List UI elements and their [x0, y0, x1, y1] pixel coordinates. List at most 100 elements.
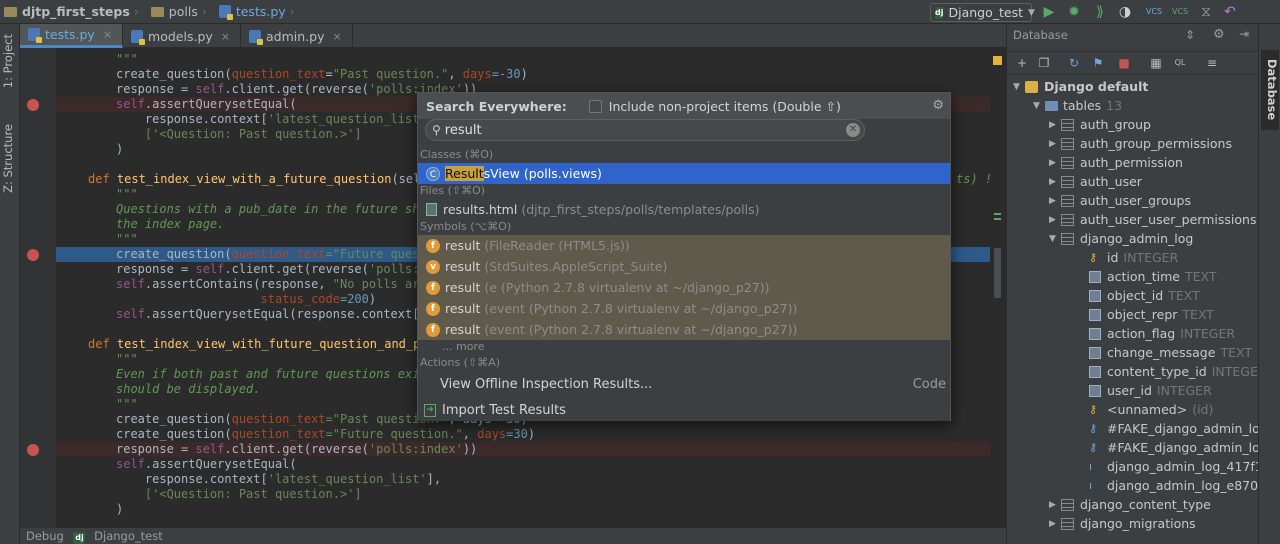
debug-tool-bar[interactable]: Debug dj Django_test [20, 528, 1006, 544]
result-name: results.html [443, 202, 518, 217]
expanded-arrow-icon[interactable]: ▼ [1049, 234, 1061, 244]
collapsed-arrow-icon[interactable]: ▶ [1049, 196, 1061, 206]
table-node[interactable]: ▶ auth_group_permissions [1049, 134, 1232, 153]
run-icon[interactable]: ▶ [1041, 4, 1057, 20]
profile-icon[interactable]: ◑ [1117, 4, 1133, 20]
code-line: create_question(question_text="Future qu… [116, 427, 536, 441]
close-icon[interactable]: × [333, 30, 342, 43]
column-node[interactable]: object_repr TEXT [1089, 305, 1214, 324]
change-marker[interactable] [994, 213, 1001, 215]
include-non-project-checkbox[interactable] [588, 99, 602, 113]
properties-icon[interactable]: ⚑ [1091, 56, 1105, 70]
hide-icon[interactable]: ⇥ [1239, 27, 1249, 41]
coverage-icon[interactable]: ⟫ [1092, 4, 1108, 20]
more-results-link[interactable]: ... more [442, 339, 484, 355]
table-node[interactable]: ▶ django_migrations [1049, 514, 1196, 533]
history-icon[interactable]: ⧖ [1198, 4, 1214, 20]
tables-folder-node[interactable]: ▼ tables 13 [1033, 96, 1122, 115]
console-icon[interactable]: QL [1173, 56, 1187, 70]
close-icon[interactable]: × [103, 28, 112, 41]
result-file[interactable]: results.html (djtp_first_steps/polls/tem… [418, 199, 950, 220]
copy-icon[interactable]: ❐ [1037, 56, 1051, 70]
structure-tool-tab[interactable]: Z: Structure [1, 124, 15, 193]
column-icon [1089, 384, 1101, 397]
collapsed-arrow-icon[interactable]: ▶ [1049, 158, 1061, 168]
search-input[interactable] [444, 122, 825, 138]
database-tool-tab[interactable]: Database [1261, 50, 1279, 130]
add-icon[interactable]: + [1015, 56, 1029, 70]
column-label: action_flag [1107, 326, 1176, 341]
column-node[interactable]: ı django_admin_log_e8701 [1089, 476, 1266, 495]
table-node[interactable]: ▶ auth_user_user_permissions [1049, 210, 1256, 229]
refresh-icon[interactable]: ↻ [1067, 56, 1081, 70]
close-icon[interactable]: × [221, 30, 230, 43]
column-node[interactable]: ⚷ <unnamed> (id) [1089, 400, 1213, 419]
collapsed-arrow-icon[interactable]: ▶ [1049, 177, 1061, 187]
breadcrumb-folder[interactable]: polls › [147, 0, 215, 24]
change-marker[interactable] [994, 218, 1001, 220]
table-node[interactable]: ▼ django_admin_log [1049, 229, 1193, 248]
left-tool-stripe: 1: Project Z: Structure [0, 24, 20, 544]
table-node[interactable]: ▶ auth_user_groups [1049, 191, 1191, 210]
tab-admin[interactable]: admin.py × [241, 24, 353, 48]
column-node[interactable]: change_message TEXT [1089, 343, 1252, 362]
project-tool-tab[interactable]: 1: Project [1, 34, 15, 88]
result-symbol[interactable]: f result (event (Python 2.7.8 virtualenv… [418, 298, 950, 319]
result-symbol[interactable]: v result (StdSuites.AppleScript_Suite) [418, 256, 950, 277]
collapsed-arrow-icon[interactable]: ▶ [1049, 500, 1061, 510]
tab-models[interactable]: models.py × [123, 24, 242, 48]
table-node[interactable]: ▶ auth_permission [1049, 153, 1183, 172]
scrollbar-thumb[interactable] [994, 248, 1001, 298]
column-node[interactable]: ı django_admin_log_417f1b [1089, 457, 1271, 476]
result-symbol[interactable]: f result (e (Python 2.7.8 virtualenv at … [418, 277, 950, 298]
collapsed-arrow-icon[interactable]: ▶ [1049, 120, 1061, 130]
expanded-arrow-icon[interactable]: ▼ [1013, 82, 1025, 92]
vcs-update-icon[interactable]: VCS [1146, 4, 1162, 20]
vcs-commit-icon[interactable]: VCS [1172, 4, 1188, 20]
result-class[interactable]: C Result sView (polls.views) [418, 163, 950, 184]
gear-icon[interactable]: ⚙ [932, 98, 944, 113]
expanded-arrow-icon[interactable]: ▼ [1033, 101, 1045, 111]
table-icon [1061, 194, 1074, 207]
breadcrumb-file[interactable]: tests.py › [215, 0, 303, 24]
database-source-node[interactable]: ▼ Django default [1013, 77, 1148, 96]
column-node[interactable]: ⚷ #FAKE_django_admin_log [1089, 419, 1268, 438]
stop-icon[interactable]: ■ [1117, 56, 1131, 70]
column-node[interactable]: ⚷ id INTEGER [1089, 248, 1178, 267]
editor-gutter[interactable] [20, 48, 56, 528]
result-location: (e (Python 2.7.8 virtualenv at ~/django_… [484, 280, 770, 295]
column-node[interactable]: action_flag INTEGER [1089, 324, 1235, 343]
column-node[interactable]: action_time TEXT [1089, 267, 1216, 286]
table-node[interactable]: ▶ auth_user [1049, 172, 1142, 191]
collapsed-arrow-icon[interactable]: ▶ [1049, 215, 1061, 225]
tab-tests[interactable]: tests.py × [20, 24, 124, 48]
table-node[interactable]: ▶ django_content_type [1049, 495, 1211, 514]
breakpoint-icon[interactable] [27, 444, 39, 456]
result-symbol[interactable]: f result (FileReader (HTML5.js)) [418, 235, 950, 256]
table-editor-icon[interactable]: ▦ [1149, 56, 1163, 70]
filter-icon[interactable]: ≡ [1205, 56, 1219, 70]
result-action[interactable]: ➜ Import Test Results [418, 398, 950, 422]
breakpoint-icon[interactable] [27, 99, 39, 111]
clear-icon[interactable]: ✕ [846, 123, 860, 137]
debug-icon[interactable]: ✹ [1066, 4, 1082, 20]
revert-icon[interactable]: ↶ [1222, 4, 1238, 20]
breakpoint-icon[interactable] [27, 249, 39, 261]
column-node[interactable]: content_type_id INTEGER [1089, 362, 1267, 381]
breadcrumb-project[interactable]: djtp_first_steps › [0, 0, 147, 24]
column-node[interactable]: object_id TEXT [1089, 286, 1200, 305]
tab-label: admin.py [266, 28, 325, 44]
column-node[interactable]: user_id INTEGER [1089, 381, 1212, 400]
collapsed-arrow-icon[interactable]: ▶ [1049, 519, 1061, 529]
run-configuration-select[interactable]: dj Django_test ▼ [930, 3, 1035, 22]
gear-icon[interactable]: ⚙ [1213, 27, 1225, 42]
column-node[interactable]: ⚷ #FAKE_django_admin_log [1089, 438, 1268, 457]
column-label: django_admin_log_417f1b [1107, 459, 1271, 474]
error-stripe[interactable] [990, 48, 1006, 528]
layout-icon[interactable]: ⇕ [1185, 28, 1195, 42]
collapsed-arrow-icon[interactable]: ▶ [1049, 139, 1061, 149]
warning-icon[interactable] [993, 56, 1002, 65]
result-action[interactable]: View Offline Inspection Results... Code [418, 372, 950, 396]
table-node[interactable]: ▶ auth_group [1049, 115, 1151, 134]
result-symbol[interactable]: f result (event (Python 2.7.8 virtualenv… [418, 319, 950, 340]
